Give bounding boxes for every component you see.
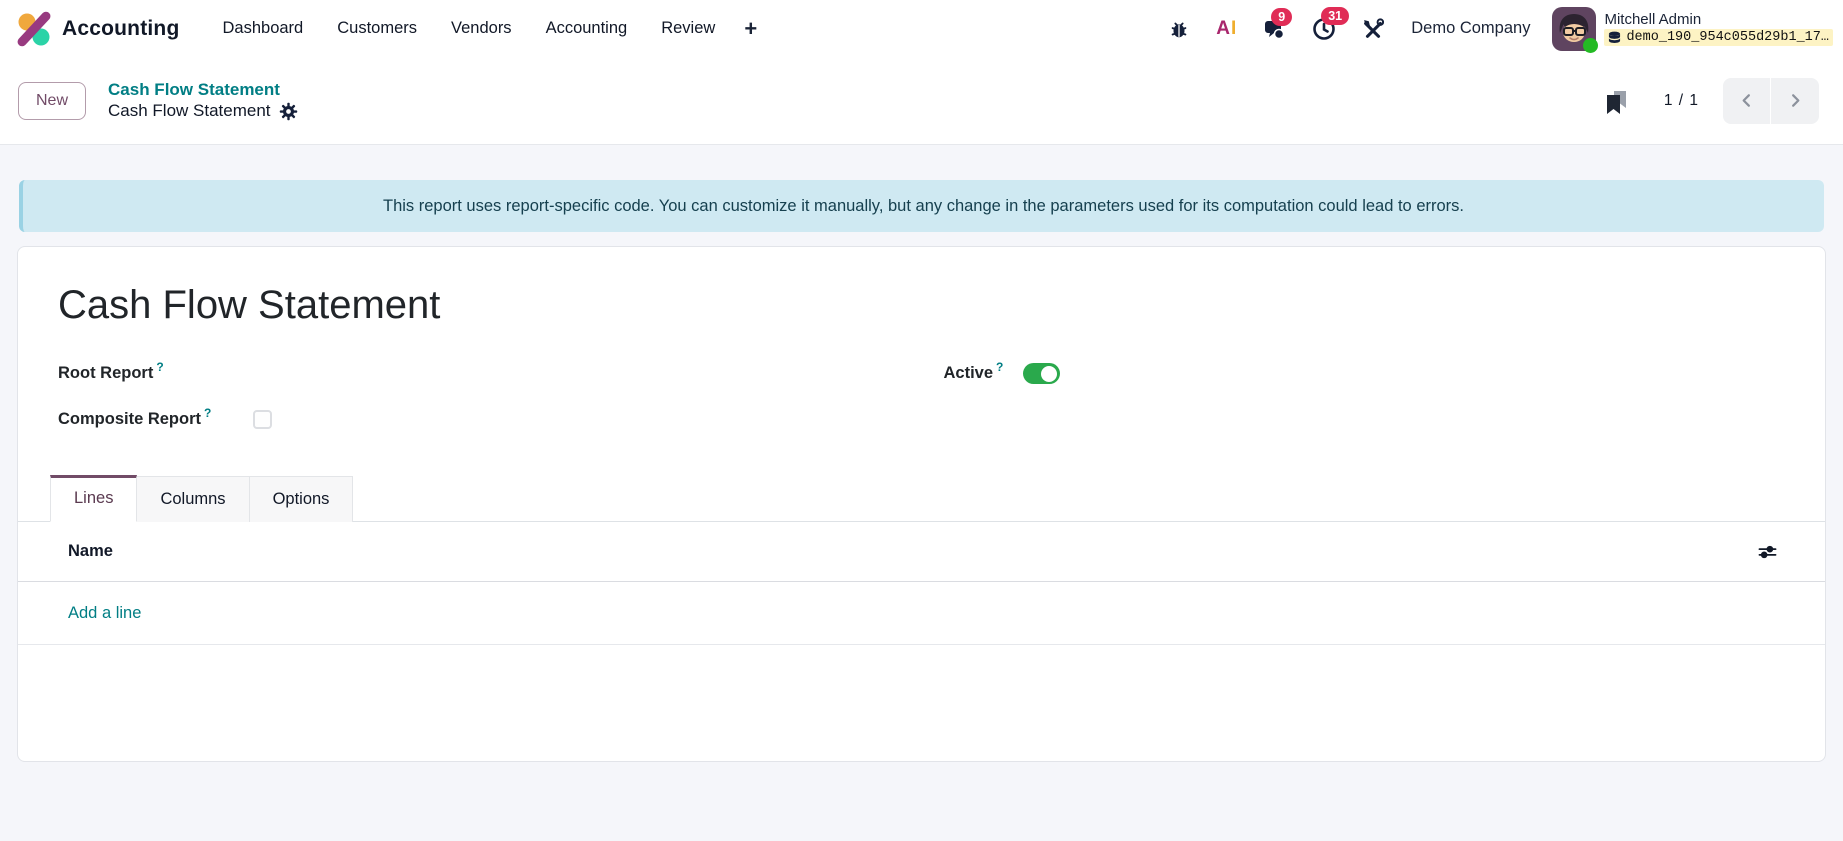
plus-icon[interactable]: + [732,12,769,46]
help-icon: ? [204,405,212,420]
form-sheet: Cash Flow Statement Root Report ? Active… [17,246,1826,762]
control-panel: New Cash Flow Statement Cash Flow Statem… [0,57,1843,145]
database-label: demo_190_954c055d29b1_17… [1604,29,1833,46]
online-status-dot [1583,37,1599,53]
menu-review[interactable]: Review [644,11,732,46]
app-name: Accounting [62,16,180,40]
menu-dashboard[interactable]: Dashboard [206,11,321,46]
tools-icon [1362,17,1385,40]
activities-button[interactable]: 31 [1303,6,1350,47]
info-banner-text: This report uses report-specific code. Y… [382,196,1464,215]
bug-icon [1168,18,1190,40]
pager-previous-button[interactable] [1723,77,1771,124]
pager-next-button[interactable] [1771,77,1819,124]
messages-button[interactable]: 9 [1253,7,1295,46]
support-tools-button[interactable] [1353,12,1393,46]
help-icon: ? [156,359,164,374]
chevron-left-icon [1739,93,1754,108]
user-menu[interactable]: Mitchell Admin demo_190_954c055d29b1_17… [1552,6,1833,53]
report-name-field[interactable]: Cash Flow Statement [18,247,1825,329]
company-switcher[interactable]: Demo Company [1401,13,1540,44]
app-switcher[interactable]: Accounting [16,11,180,47]
pager-value: 1 / 1 [1663,91,1699,109]
optional-columns-icon[interactable] [1758,544,1777,560]
menu-customers[interactable]: Customers [320,11,434,46]
breadcrumb-current: Cash Flow Statement [108,101,271,120]
breadcrumb: Cash Flow Statement Cash Flow Statement [108,80,298,121]
notebook-tabs: Lines Columns Options [18,475,1825,522]
info-banner: This report uses report-specific code. Y… [19,180,1824,232]
tab-columns[interactable]: Columns [137,476,250,522]
add-a-line-link[interactable]: Add a line [18,604,141,623]
add-line-row: Add a line [18,582,1825,645]
new-button[interactable]: New [18,81,87,120]
ai-icon: AI [1216,17,1237,39]
ai-button[interactable]: AI [1207,12,1245,46]
user-name: Mitchell Admin [1604,11,1702,28]
toggle-knob [1041,365,1058,382]
messages-badge: 9 [1271,7,1293,26]
breadcrumb-parent-link[interactable]: Cash Flow Statement [108,80,298,100]
chevron-right-icon [1788,93,1803,108]
list-header-row: Name [18,522,1825,582]
pager: 1 / 1 [1602,77,1819,124]
lines-list: Name Add a line [18,522,1825,645]
form-fields: Root Report ? Active ? Composite Report … [18,329,1825,429]
activities-badge: 31 [1321,6,1350,25]
menu-accounting[interactable]: Accounting [529,11,645,46]
database-icon [1608,31,1621,45]
active-label: Active [943,364,994,382]
bookmark-icon[interactable] [1602,88,1628,114]
debug-button[interactable] [1159,12,1199,46]
top-navbar: Accounting Dashboard Customers Vendors A… [0,0,1843,57]
systray: AI 9 31 Demo Company Mitchell Admin demo… [1159,6,1833,53]
accounting-logo-icon [16,11,52,47]
menu-vendors[interactable]: Vendors [434,11,529,46]
active-toggle[interactable] [1023,363,1061,384]
composite-report-checkbox[interactable] [253,410,273,429]
main-menu: Dashboard Customers Vendors Accounting R… [206,11,770,46]
root-report-label: Root Report [58,364,154,382]
tab-options[interactable]: Options [249,476,354,522]
help-icon: ? [996,359,1004,374]
composite-report-label: Composite Report [58,410,202,428]
tab-lines[interactable]: Lines [50,475,138,522]
main-content: This report uses report-specific code. Y… [0,145,1843,762]
gear-icon[interactable] [279,102,298,121]
column-header-name: Name [68,542,113,560]
